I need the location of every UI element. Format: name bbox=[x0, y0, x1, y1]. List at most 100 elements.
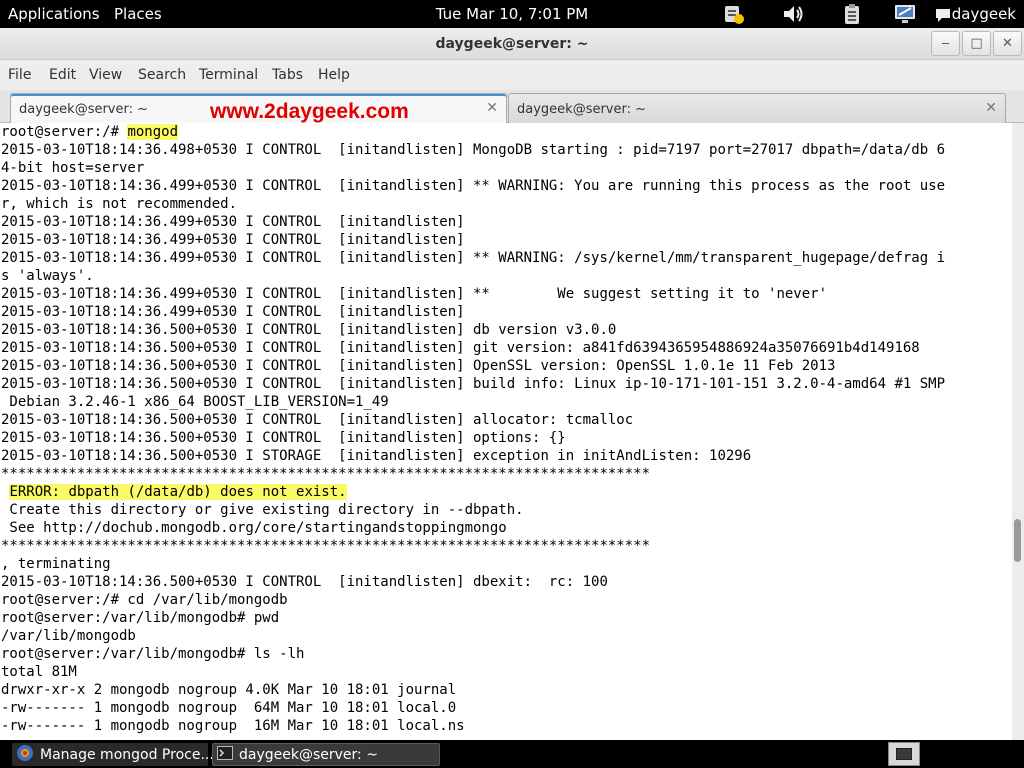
task-terminal[interactable]: daygeek@server: ~ bbox=[212, 743, 440, 766]
window-title: daygeek@server: ~ bbox=[435, 36, 589, 52]
terminal-line-text: See http://dochub.mongodb.org/core/start… bbox=[1, 520, 507, 536]
terminal-line-text: -rw------- 1 mongodb nogroup 64M Mar 10 … bbox=[1, 700, 457, 716]
terminal-line: 2015-03-10T18:14:36.500+0530 I CONTROL [… bbox=[1, 573, 1012, 591]
terminal-line: See http://dochub.mongodb.org/core/start… bbox=[1, 519, 1012, 537]
terminal-line: r, which is not recommended. bbox=[1, 195, 1012, 213]
tab-label: daygeek@server: ~ bbox=[19, 102, 149, 117]
watermark: www.2daygeek.com bbox=[210, 100, 409, 123]
menu-terminal[interactable]: Terminal bbox=[199, 67, 258, 83]
workspace-window-thumbnail bbox=[896, 748, 912, 760]
terminal-line-text: , terminating bbox=[1, 556, 111, 572]
terminal-line-text: root@server:/var/lib/mongodb# ls -lh bbox=[1, 646, 305, 662]
menu-help[interactable]: Help bbox=[318, 67, 350, 83]
tab-bar: daygeek@server: ~ ✕ daygeek@server: ~ ✕ bbox=[0, 90, 1024, 123]
terminal-line-text: 2015-03-10T18:14:36.500+0530 I CONTROL [… bbox=[1, 322, 617, 338]
terminal-line: 2015-03-10T18:14:36.499+0530 I CONTROL [… bbox=[1, 177, 1012, 195]
highlighted-text: ERROR: dbpath (/data/db) does not exist. bbox=[9, 484, 347, 500]
terminal-output[interactable]: root@server:/# mongod 2015-03-10T18:14:36… bbox=[0, 123, 1012, 740]
task-label: daygeek@server: ~ bbox=[239, 746, 378, 763]
scroll-thumb[interactable] bbox=[1014, 518, 1021, 563]
terminal-line: root@server:/var/lib/mongodb# ls -lh bbox=[1, 645, 1012, 663]
highlighted-text: mongod bbox=[127, 124, 179, 140]
network-icon[interactable] bbox=[893, 2, 917, 26]
tab-label: daygeek@server: ~ bbox=[517, 102, 647, 117]
terminal-line-text: 2015-03-10T18:14:36.499+0530 I CONTROL [… bbox=[1, 250, 946, 266]
scrollbar[interactable] bbox=[1012, 123, 1024, 740]
task-browser[interactable]: Manage mongod Proce... bbox=[12, 743, 214, 766]
terminal-line-text: 2015-03-10T18:14:36.500+0530 I CONTROL [… bbox=[1, 412, 634, 428]
terminal-line-text: r, which is not recommended. bbox=[1, 196, 238, 212]
terminal-line-text: ****************************************… bbox=[1, 538, 651, 554]
terminal-line-text: /var/lib/mongodb bbox=[1, 628, 136, 644]
terminal-line-text: 2015-03-10T18:14:36.498+0530 I CONTROL [… bbox=[1, 142, 946, 158]
terminal-line: total 81M bbox=[1, 663, 1012, 681]
menu-view[interactable]: View bbox=[89, 67, 122, 83]
terminal-icon bbox=[217, 745, 233, 764]
tab-close-icon[interactable]: ✕ bbox=[985, 100, 997, 116]
terminal-line: 2015-03-10T18:14:36.500+0530 I CONTROL [… bbox=[1, 429, 1012, 447]
terminal-line-text: total 81M bbox=[1, 664, 77, 680]
close-button[interactable]: ✕ bbox=[993, 31, 1022, 56]
user-menu[interactable]: daygeek bbox=[952, 5, 1016, 23]
volume-icon[interactable] bbox=[781, 2, 805, 26]
terminal-line-text: 2015-03-10T18:14:36.499+0530 I CONTROL [… bbox=[1, 232, 465, 248]
terminal-line: Create this directory or give existing d… bbox=[1, 501, 1012, 519]
terminal-line: 2015-03-10T18:14:36.499+0530 I CONTROL [… bbox=[1, 249, 1012, 267]
menu-file[interactable]: File bbox=[8, 67, 31, 83]
clock[interactable]: Tue Mar 10, 7:01 PM bbox=[0, 5, 1024, 23]
menu-search[interactable]: Search bbox=[138, 67, 186, 83]
terminal-line: root@server:/# mongod bbox=[1, 123, 1012, 141]
terminal-line: 2015-03-10T18:14:36.500+0530 I STORAGE [… bbox=[1, 447, 1012, 465]
minimize-button[interactable]: ‒ bbox=[931, 31, 960, 56]
terminal-line: , terminating bbox=[1, 555, 1012, 573]
terminal-line-text: 2015-03-10T18:14:36.499+0530 I CONTROL [… bbox=[1, 286, 828, 302]
terminal-line-text: Create this directory or give existing d… bbox=[1, 502, 524, 518]
terminal-line: 2015-03-10T18:14:36.499+0530 I CONTROL [… bbox=[1, 213, 1012, 231]
terminal-line: ERROR: dbpath (/data/db) does not exist. bbox=[1, 483, 1012, 501]
maximize-icon: □ bbox=[970, 36, 983, 51]
terminal-line: -rw------- 1 mongodb nogroup 16M Mar 10 … bbox=[1, 717, 1012, 735]
terminal-line-text: root@server:/var/lib/mongodb# pwd bbox=[1, 610, 280, 626]
terminal-line-text: 2015-03-10T18:14:36.500+0530 I CONTROL [… bbox=[1, 574, 608, 590]
terminal-line: 2015-03-10T18:14:36.499+0530 I CONTROL [… bbox=[1, 285, 1012, 303]
chat-icon[interactable] bbox=[934, 2, 952, 26]
maximize-button[interactable]: □ bbox=[962, 31, 991, 56]
terminal-line-text: 2015-03-10T18:14:36.499+0530 I CONTROL [… bbox=[1, 214, 465, 230]
workspace-switcher[interactable] bbox=[888, 742, 920, 766]
terminal-line: root@server:/var/lib/mongodb# pwd bbox=[1, 609, 1012, 627]
menu-edit[interactable]: Edit bbox=[49, 67, 76, 83]
terminal-line: 2015-03-10T18:14:36.498+0530 I CONTROL [… bbox=[1, 141, 1012, 159]
tab-2[interactable]: daygeek@server: ~ ✕ bbox=[508, 93, 1006, 123]
menu-tabs[interactable]: Tabs bbox=[272, 67, 303, 83]
terminal-lines: root@server:/# mongod 2015-03-10T18:14:36… bbox=[0, 123, 1012, 735]
terminal-line: 2015-03-10T18:14:36.499+0530 I CONTROL [… bbox=[1, 231, 1012, 249]
terminal-line-text: 2015-03-10T18:14:36.500+0530 I CONTROL [… bbox=[1, 376, 946, 392]
terminal-line: 2015-03-10T18:14:36.500+0530 I CONTROL [… bbox=[1, 411, 1012, 429]
terminal-line-text: 2015-03-10T18:14:36.500+0530 I CONTROL [… bbox=[1, 358, 836, 374]
terminal-line-text: root@server:/# cd /var/lib/mongodb bbox=[1, 592, 288, 608]
terminal-line: 2015-03-10T18:14:36.499+0530 I CONTROL [… bbox=[1, 303, 1012, 321]
clipboard-icon[interactable] bbox=[840, 2, 864, 26]
terminal-line-text: 2015-03-10T18:14:36.500+0530 I CONTROL [… bbox=[1, 430, 566, 446]
top-panel: Applications Places Tue Mar 10, 7:01 PM … bbox=[0, 0, 1024, 28]
terminal-line: 4-bit host=server bbox=[1, 159, 1012, 177]
browser-icon bbox=[16, 744, 34, 766]
terminal-line: s 'always'. bbox=[1, 267, 1012, 285]
terminal-line-text: 4-bit host=server bbox=[1, 160, 145, 176]
terminal-line: -rw------- 1 mongodb nogroup 64M Mar 10 … bbox=[1, 699, 1012, 717]
tab-close-icon[interactable]: ✕ bbox=[486, 100, 498, 116]
terminal-line: 2015-03-10T18:14:36.500+0530 I CONTROL [… bbox=[1, 375, 1012, 393]
terminal-line: root@server:/# cd /var/lib/mongodb bbox=[1, 591, 1012, 609]
terminal-line-text: 2015-03-10T18:14:36.499+0530 I CONTROL [… bbox=[1, 304, 465, 320]
terminal-line-text: 2015-03-10T18:14:36.500+0530 I STORAGE [… bbox=[1, 448, 752, 464]
window-titlebar[interactable]: daygeek@server: ~ ‒ □ ✕ bbox=[0, 28, 1024, 60]
terminal-line: ****************************************… bbox=[1, 537, 1012, 555]
notification-icon[interactable] bbox=[722, 2, 746, 26]
terminal-line-text: Debian 3.2.46-1 x86_64 BOOST_LIB_VERSION… bbox=[1, 394, 389, 410]
minimize-icon: ‒ bbox=[941, 36, 950, 51]
terminal-line-text: -rw------- 1 mongodb nogroup 16M Mar 10 … bbox=[1, 718, 465, 734]
bottom-panel: Manage mongod Proce... daygeek@server: ~ bbox=[0, 740, 1024, 768]
terminal-line: ****************************************… bbox=[1, 465, 1012, 483]
terminal-line-text: ****************************************… bbox=[1, 466, 651, 482]
terminal-line: 2015-03-10T18:14:36.500+0530 I CONTROL [… bbox=[1, 339, 1012, 357]
